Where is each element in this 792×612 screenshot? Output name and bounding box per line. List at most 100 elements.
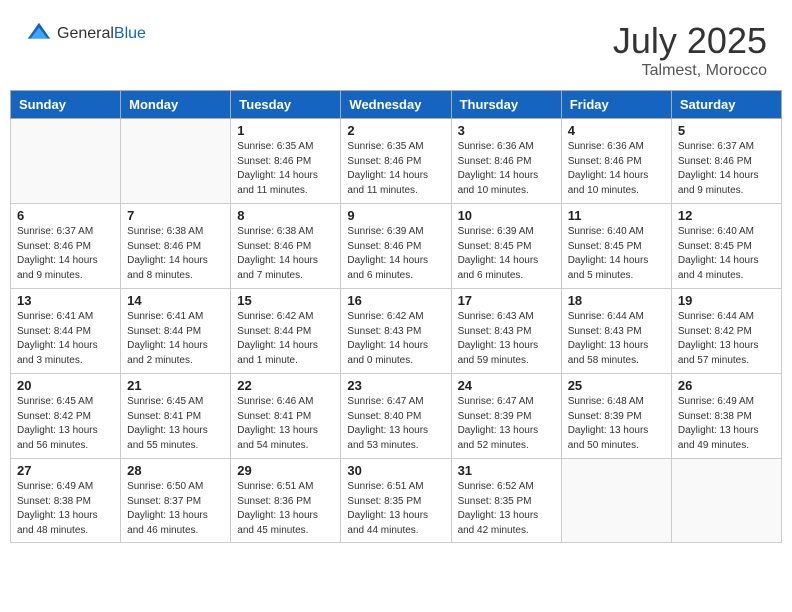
calendar-day-cell: 16 Sunrise: 6:42 AMSunset: 8:43 PMDayligh… [341,289,451,374]
day-number: 25 [568,378,665,393]
weekday-header-tuesday: Tuesday [231,91,341,119]
month-title: July 2025 [613,20,767,62]
day-number: 8 [237,208,334,223]
calendar-week-1: 1 Sunrise: 6:35 AMSunset: 8:46 PMDaylight… [11,119,782,204]
day-number: 12 [678,208,775,223]
day-info: Sunrise: 6:37 AMSunset: 8:46 PMDaylight:… [17,225,114,283]
calendar-day-cell: 20 Sunrise: 6:45 AMSunset: 8:42 PMDayligh… [11,374,121,459]
calendar-day-cell: 15 Sunrise: 6:42 AMSunset: 8:44 PMDayligh… [231,289,341,374]
calendar-week-3: 13 Sunrise: 6:41 AMSunset: 8:44 PMDayligh… [11,289,782,374]
calendar-week-4: 20 Sunrise: 6:45 AMSunset: 8:42 PMDayligh… [11,374,782,459]
calendar-day-cell: 2 Sunrise: 6:35 AMSunset: 8:46 PMDaylight… [341,119,451,204]
weekday-header-monday: Monday [121,91,231,119]
day-info: Sunrise: 6:41 AMSunset: 8:44 PMDaylight:… [17,310,114,368]
day-info: Sunrise: 6:42 AMSunset: 8:43 PMDaylight:… [347,310,444,368]
day-number: 16 [347,293,444,308]
day-info: Sunrise: 6:47 AMSunset: 8:40 PMDaylight:… [347,395,444,453]
day-info: Sunrise: 6:42 AMSunset: 8:44 PMDaylight:… [237,310,334,368]
title-block: July 2025 Talmest, Morocco [613,20,767,80]
calendar-day-cell: 19 Sunrise: 6:44 AMSunset: 8:42 PMDayligh… [671,289,781,374]
calendar-day-cell: 7 Sunrise: 6:38 AMSunset: 8:46 PMDaylight… [121,204,231,289]
day-number: 21 [127,378,224,393]
calendar-day-cell: 13 Sunrise: 6:41 AMSunset: 8:44 PMDayligh… [11,289,121,374]
day-number: 30 [347,463,444,478]
weekday-header-saturday: Saturday [671,91,781,119]
day-number: 23 [347,378,444,393]
day-number: 28 [127,463,224,478]
weekday-header-thursday: Thursday [451,91,561,119]
logo-text: GeneralBlue [57,25,146,43]
day-info: Sunrise: 6:51 AMSunset: 8:35 PMDaylight:… [347,480,444,538]
day-info: Sunrise: 6:46 AMSunset: 8:41 PMDaylight:… [237,395,334,453]
calendar-day-cell [11,119,121,204]
day-number: 18 [568,293,665,308]
day-number: 2 [347,123,444,138]
day-info: Sunrise: 6:44 AMSunset: 8:42 PMDaylight:… [678,310,775,368]
calendar-day-cell: 28 Sunrise: 6:50 AMSunset: 8:37 PMDayligh… [121,459,231,543]
day-number: 29 [237,463,334,478]
logo: GeneralBlue [25,20,146,48]
day-info: Sunrise: 6:40 AMSunset: 8:45 PMDaylight:… [568,225,665,283]
day-number: 4 [568,123,665,138]
day-number: 9 [347,208,444,223]
logo-icon [25,20,53,48]
day-info: Sunrise: 6:41 AMSunset: 8:44 PMDaylight:… [127,310,224,368]
calendar-table: SundayMondayTuesdayWednesdayThursdayFrid… [10,90,782,543]
calendar-week-2: 6 Sunrise: 6:37 AMSunset: 8:46 PMDaylight… [11,204,782,289]
calendar-day-cell: 3 Sunrise: 6:36 AMSunset: 8:46 PMDaylight… [451,119,561,204]
day-number: 26 [678,378,775,393]
day-info: Sunrise: 6:43 AMSunset: 8:43 PMDaylight:… [458,310,555,368]
day-info: Sunrise: 6:39 AMSunset: 8:45 PMDaylight:… [458,225,555,283]
day-number: 5 [678,123,775,138]
day-info: Sunrise: 6:36 AMSunset: 8:46 PMDaylight:… [458,140,555,198]
day-number: 24 [458,378,555,393]
day-info: Sunrise: 6:52 AMSunset: 8:35 PMDaylight:… [458,480,555,538]
day-info: Sunrise: 6:39 AMSunset: 8:46 PMDaylight:… [347,225,444,283]
logo-blue-text: Blue [114,25,146,42]
calendar-day-cell [561,459,671,543]
weekday-header-friday: Friday [561,91,671,119]
calendar-day-cell: 9 Sunrise: 6:39 AMSunset: 8:46 PMDaylight… [341,204,451,289]
day-info: Sunrise: 6:44 AMSunset: 8:43 PMDaylight:… [568,310,665,368]
day-number: 13 [17,293,114,308]
calendar-day-cell: 6 Sunrise: 6:37 AMSunset: 8:46 PMDaylight… [11,204,121,289]
weekday-header-sunday: Sunday [11,91,121,119]
calendar-day-cell: 8 Sunrise: 6:38 AMSunset: 8:46 PMDaylight… [231,204,341,289]
calendar-day-cell: 31Sunrise: 6:52 AMSunset: 8:35 PMDayligh… [451,459,561,543]
day-info: Sunrise: 6:50 AMSunset: 8:37 PMDaylight:… [127,480,224,538]
calendar-day-cell: 27Sunrise: 6:49 AMSunset: 8:38 PMDayligh… [11,459,121,543]
calendar-day-cell: 22Sunrise: 6:46 AMSunset: 8:41 PMDayligh… [231,374,341,459]
calendar-day-cell: 18 Sunrise: 6:44 AMSunset: 8:43 PMDayligh… [561,289,671,374]
calendar-day-cell: 11 Sunrise: 6:40 AMSunset: 8:45 PMDayligh… [561,204,671,289]
location: Talmest, Morocco [613,62,767,80]
calendar-day-cell: 14 Sunrise: 6:41 AMSunset: 8:44 PMDayligh… [121,289,231,374]
day-info: Sunrise: 6:35 AMSunset: 8:46 PMDaylight:… [237,140,334,198]
calendar-week-5: 27Sunrise: 6:49 AMSunset: 8:38 PMDayligh… [11,459,782,543]
day-number: 10 [458,208,555,223]
day-number: 1 [237,123,334,138]
day-number: 20 [17,378,114,393]
calendar-day-cell: 17Sunrise: 6:43 AMSunset: 8:43 PMDayligh… [451,289,561,374]
weekday-header-row: SundayMondayTuesdayWednesdayThursdayFrid… [11,91,782,119]
logo-general-text: General [57,25,114,42]
page-header: GeneralBlue July 2025 Talmest, Morocco [10,10,782,85]
calendar-day-cell: 10 Sunrise: 6:39 AMSunset: 8:45 PMDayligh… [451,204,561,289]
day-number: 19 [678,293,775,308]
day-number: 11 [568,208,665,223]
day-number: 14 [127,293,224,308]
day-info: Sunrise: 6:37 AMSunset: 8:46 PMDaylight:… [678,140,775,198]
day-info: Sunrise: 6:38 AMSunset: 8:46 PMDaylight:… [127,225,224,283]
calendar-day-cell: 21Sunrise: 6:45 AMSunset: 8:41 PMDayligh… [121,374,231,459]
day-info: Sunrise: 6:45 AMSunset: 8:42 PMDaylight:… [17,395,114,453]
day-info: Sunrise: 6:47 AMSunset: 8:39 PMDaylight:… [458,395,555,453]
day-number: 3 [458,123,555,138]
calendar-day-cell: 4Sunrise: 6:36 AMSunset: 8:46 PMDaylight… [561,119,671,204]
day-info: Sunrise: 6:48 AMSunset: 8:39 PMDaylight:… [568,395,665,453]
day-info: Sunrise: 6:51 AMSunset: 8:36 PMDaylight:… [237,480,334,538]
day-number: 15 [237,293,334,308]
day-number: 7 [127,208,224,223]
day-info: Sunrise: 6:38 AMSunset: 8:46 PMDaylight:… [237,225,334,283]
day-number: 6 [17,208,114,223]
calendar-day-cell [121,119,231,204]
day-info: Sunrise: 6:35 AMSunset: 8:46 PMDaylight:… [347,140,444,198]
